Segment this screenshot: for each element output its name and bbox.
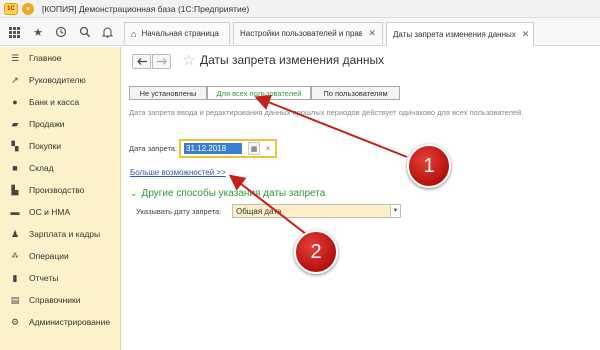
specify-date-label: Указывать дату запрета: [136, 207, 222, 216]
segment-not-set[interactable]: Не установлены [129, 86, 207, 100]
main-menu-button[interactable]: ▾ [22, 2, 34, 15]
back-button[interactable] [132, 54, 151, 69]
bell-icon[interactable] [99, 24, 115, 40]
sidebar-item-label: Продажи [29, 119, 65, 129]
callout-2: 2 [294, 230, 338, 274]
calendar-icon[interactable]: ▦ [248, 142, 260, 155]
close-icon[interactable]: ✕ [368, 28, 376, 39]
tab-label: Настройки пользователей и прав [240, 29, 363, 38]
sidebar-item-label: Администрирование [29, 317, 111, 327]
history-icon[interactable] [53, 24, 69, 40]
sidebar-item-label: Справочники [29, 295, 81, 305]
sidebar-item-label: Зарплата и кадры [29, 229, 101, 239]
description-text: Дата запрета ввода и редактирования данн… [129, 108, 524, 117]
search-icon[interactable] [77, 24, 93, 40]
other-methods-group[interactable]: ⌄ Другие способы указания даты запрета [130, 188, 325, 199]
sidebar-item-warehouse[interactable]: ■ Склад [0, 157, 121, 179]
menu-icon: ☰ [10, 52, 20, 63]
specify-date-select[interactable]: Общая дата ▼ [232, 204, 401, 218]
group-title: Другие способы указания даты запрета [141, 188, 326, 199]
sidebar-item-purchases[interactable]: ▚ Покупки [0, 135, 121, 157]
sidebar-item-label: Производство [29, 185, 85, 195]
truck-icon: ▬ [10, 207, 20, 217]
sidebar-item-salary[interactable]: ♟ Зарплата и кадры [0, 223, 121, 245]
toolbar: ★ ⌂ Начальная страница Настройки пользов… [0, 18, 600, 46]
app-logo: 1С [4, 2, 18, 15]
tab-closing-dates[interactable]: Даты запрета изменения данных ✕ [386, 22, 534, 46]
chart-icon: ↗ [11, 74, 19, 85]
box-icon: ■ [12, 163, 18, 173]
window-title: [КОПИЯ] Демонстрационная база (1С:Предпр… [42, 3, 250, 14]
tab-user-settings[interactable]: Настройки пользователей и прав ✕ [233, 22, 383, 44]
sidebar-item-label: ОС и НМА [29, 207, 71, 217]
sidebar-item-reports[interactable]: ▮ Отчеты [0, 267, 121, 289]
sidebar-item-label: Главное [29, 53, 62, 63]
callout-1: 1 [407, 144, 451, 188]
sidebar-item-bank[interactable]: ● Банк и касса [0, 91, 121, 113]
home-icon: ⌂ [131, 28, 137, 39]
forward-button[interactable] [152, 54, 171, 69]
factory-icon: ▙ [11, 184, 19, 195]
sidebar-item-sales[interactable]: ▰ Продажи [0, 113, 121, 135]
tab-label: Даты запрета изменения данных [393, 30, 516, 39]
chevron-down-icon[interactable]: ▼ [390, 205, 400, 217]
sidebar-item-production[interactable]: ▙ Производство [0, 179, 121, 201]
sidebar-item-manager[interactable]: ↗ Руководителю [0, 69, 121, 91]
page-title: Даты запрета изменения данных [200, 53, 385, 67]
main-content: ☆ Даты запрета изменения данных Не устан… [122, 47, 600, 350]
title-bar: 1С ▾ [КОПИЯ] Демонстрационная база (1С:П… [0, 0, 600, 18]
star-icon[interactable]: ★ [30, 24, 46, 40]
tab-home[interactable]: ⌂ Начальная страница [124, 22, 230, 44]
sidebar-item-label: Покупки [29, 141, 61, 151]
gear-icon: ⚙ [10, 316, 20, 327]
sidebar-item-catalogs[interactable]: ▤ Справочники [0, 289, 121, 311]
segment-all-users[interactable]: Для всех пользователей [207, 86, 311, 100]
select-value: Общая дата [236, 206, 282, 216]
bag-icon: ▰ [11, 118, 19, 129]
sidebar-item-label: Операции [29, 251, 69, 261]
grid-icon[interactable] [6, 24, 22, 40]
cart-icon: ▚ [11, 140, 19, 151]
coin-icon: ● [12, 97, 18, 107]
sidebar-item-admin[interactable]: ⚙ Администрирование [0, 311, 121, 333]
close-icon[interactable]: ✕ [522, 29, 530, 40]
clear-icon[interactable]: × [262, 142, 274, 155]
favorite-star-icon[interactable]: ☆ [182, 51, 195, 69]
operations-icon: ⁂ [11, 253, 19, 260]
segment-by-users[interactable]: По пользователям [311, 86, 400, 100]
date-field: ▦ × [179, 139, 277, 158]
sidebar-item-assets[interactable]: ▬ ОС и НМА [0, 201, 121, 223]
chevron-down-icon: ⌄ [130, 188, 138, 198]
date-label: Дата запрета: [129, 144, 178, 153]
person-icon: ♟ [10, 228, 20, 239]
sidebar-item-label: Банк и касса [29, 97, 80, 107]
sidebar-item-label: Склад [29, 163, 54, 173]
tab-label: Начальная страница [141, 29, 219, 38]
book-icon: ▤ [10, 294, 20, 305]
sidebar: ☰ Главное ↗ Руководителю ● Банк и касса … [0, 47, 121, 350]
sidebar-item-label: Отчеты [29, 273, 59, 283]
report-icon: ▮ [12, 272, 18, 283]
closing-date-input[interactable] [184, 143, 242, 154]
more-options-link[interactable]: Больше возможностей >> [130, 168, 226, 177]
sidebar-item-operations[interactable]: ⁂ Операции [0, 245, 121, 267]
sidebar-item-main[interactable]: ☰ Главное [0, 47, 121, 69]
sidebar-item-label: Руководителю [29, 75, 86, 85]
